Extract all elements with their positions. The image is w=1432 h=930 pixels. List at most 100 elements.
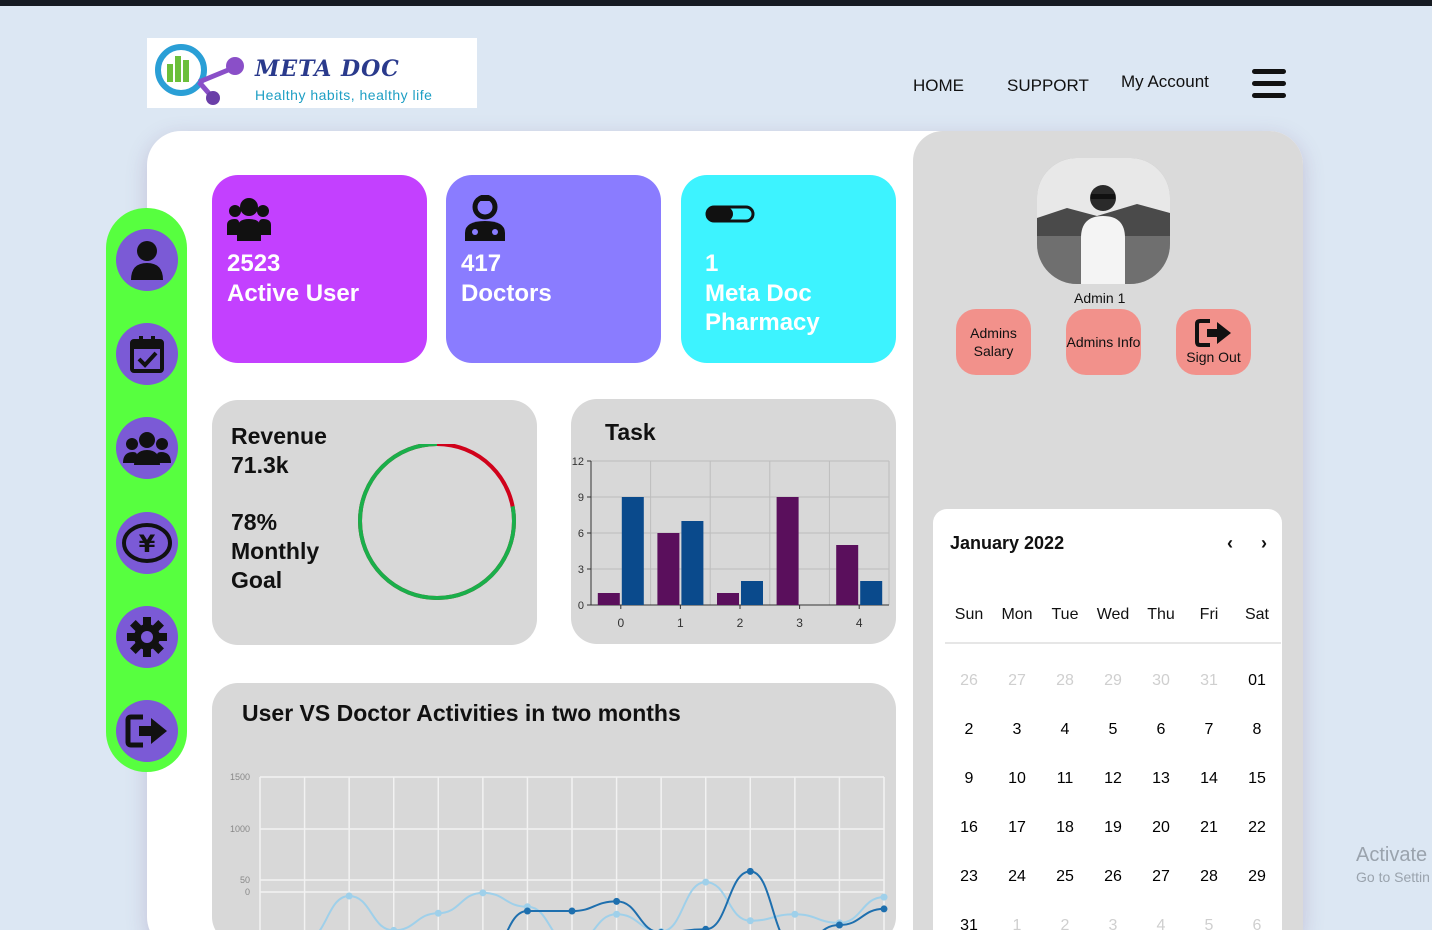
rail-logout-button[interactable] [116,700,178,762]
rail-settings-button[interactable] [116,606,178,668]
sign-out-icon [1194,319,1231,347]
calendar-day[interactable]: 4 [1041,721,1089,739]
calendar-day[interactable]: 25 [1041,868,1089,886]
calendar-day[interactable]: 11 [1041,770,1089,788]
calendar-day[interactable]: 28 [1185,868,1233,886]
calendar-day[interactable]: 7 [1185,721,1233,739]
gear-icon [127,617,167,657]
hamburger-icon[interactable] [1252,69,1286,101]
calendar-day[interactable]: 27 [1137,868,1185,886]
admin-avatar[interactable] [1037,158,1170,284]
calendar-day[interactable]: 27 [993,672,1041,690]
x-tick-label: 0 [617,616,624,630]
x-tick-label: 2 [737,616,744,630]
calendar-day[interactable]: 13 [1137,770,1185,788]
doctors-value: 417 [461,250,502,277]
calendar-day[interactable]: 19 [1089,819,1137,837]
calendar-day[interactable]: 20 [1137,819,1185,837]
calendar-day[interactable]: 28 [1041,672,1089,690]
calendar-day[interactable]: 9 [945,770,993,788]
task-bar [860,581,883,605]
chevron-left-icon[interactable]: ‹ [1220,533,1240,554]
calendar-grid: Sun Mon Tue Wed Thu Fri Sat 26 27 28 29 30 31 01 2 3 4 5… [945,606,1281,930]
series-point [613,897,621,905]
calendar-day[interactable]: 2 [945,721,993,739]
calendar-day[interactable]: 1 [993,917,1041,930]
admins-salary-button[interactable]: Admins Salary [956,309,1031,375]
pharmacy-card[interactable]: 1 Meta Doc Pharmacy [681,175,896,363]
calendar-days: 26 27 28 29 30 31 01 2 3 4 5 6 7 8 9 10 11 12 13 14 15 16 17 18… [945,644,1281,930]
calendar-widget: January 2022 ‹ › Sun Mon Tue Wed Thu Fri Sat 2… [933,509,1282,930]
logo[interactable]: META DOC Healthy habits, healthy life [147,38,477,108]
calendar-day[interactable]: 5 [1089,721,1137,739]
rail-users-button[interactable] [116,417,178,479]
calendar-day[interactable]: 01 [1233,672,1281,690]
y-tick-label: 50 [240,875,250,885]
weekday-label: Thu [1147,606,1175,623]
task-bar [621,497,644,605]
calendar-day[interactable]: 31 [1185,672,1233,690]
calendar-day[interactable]: 6 [1233,917,1281,930]
calendar-day[interactable]: 2 [1041,917,1089,930]
rail-profile-button[interactable] [116,229,178,291]
user-icon [131,241,163,280]
rail-tasks-button[interactable] [116,323,178,385]
nav-home-link[interactable]: HOME [913,76,964,96]
series-point [746,917,754,925]
calendar-day[interactable]: 24 [993,868,1041,886]
active-users-label: Active User [227,280,360,307]
calendar-day[interactable]: 30 [1137,672,1185,690]
calendar-day[interactable]: 12 [1089,770,1137,788]
calendar-day[interactable]: 23 [945,868,993,886]
task-panel: Task 0 3 6 9 12 0 1 2 3 4 [571,399,896,644]
activation-watermark-sub: Go to Settin [1356,869,1430,885]
svg-text:¥: ¥ [139,530,156,558]
calendar-day[interactable]: 18 [1041,819,1089,837]
calendar-weekday-header: Sun Mon Tue Wed Thu Fri Sat [945,606,1281,644]
sign-out-button[interactable]: Sign Out [1176,309,1251,375]
calendar-day[interactable]: 3 [1089,917,1137,930]
calendar-day[interactable]: 26 [945,672,993,690]
calendar-day[interactable]: 22 [1233,819,1281,837]
calendar-day[interactable]: 3 [993,721,1041,739]
y-tick-label: 6 [578,528,584,540]
y-tick-label: 12 [572,456,584,468]
weekday-label: Fri [1199,606,1219,623]
calendar-day[interactable]: 29 [1089,672,1137,690]
calendar-day[interactable]: 10 [993,770,1041,788]
calendar-day[interactable]: 17 [993,819,1041,837]
activity-title: User VS Doctor Activities in two months [242,700,681,726]
calendar-day[interactable]: 15 [1233,770,1281,788]
task-bar-chart: 0369120 1 2 3 4 [572,456,890,630]
calendar-week-row: 31 1 2 3 4 5 6 [945,901,1281,930]
calendar-week-row: 9 10 11 12 13 14 15 [945,754,1281,803]
nav-support-link[interactable]: SUPPORT [1007,76,1089,96]
task-bar [657,533,680,605]
series-point [835,921,843,929]
calendar-day[interactable]: 21 [1185,819,1233,837]
admins-info-button[interactable]: Admins Info [1066,309,1141,375]
chevron-right-icon[interactable]: › [1254,533,1274,554]
calendar-day[interactable]: 5 [1185,917,1233,930]
users-icon [227,198,271,241]
doctors-label: Doctors [461,280,552,307]
active-users-card[interactable]: 2523 Active User [212,175,427,363]
pharmacy-value: 1 [705,250,719,277]
y-tick-label: 0 [245,887,250,897]
calendar-day[interactable]: 4 [1137,917,1185,930]
calendar-day[interactable]: 26 [1089,868,1137,886]
calendar-day[interactable]: 6 [1137,721,1185,739]
revenue-panel: Revenue 71.3k 78% Monthly Goal [212,400,537,645]
task-title: Task [605,419,656,445]
calendar-day[interactable]: 31 [945,917,993,930]
rail-finance-button[interactable]: ¥ [116,512,178,574]
series-point [880,893,888,901]
doctors-card[interactable]: 417 Doctors [446,175,661,363]
nav-my-account-link[interactable]: My Account [1121,72,1209,92]
toggle-icon [705,205,755,223]
calendar-day[interactable]: 16 [945,819,993,837]
calendar-day[interactable]: 8 [1233,721,1281,739]
logo-name: META DOC [255,56,400,82]
calendar-day[interactable]: 14 [1185,770,1233,788]
calendar-day[interactable]: 29 [1233,868,1281,886]
